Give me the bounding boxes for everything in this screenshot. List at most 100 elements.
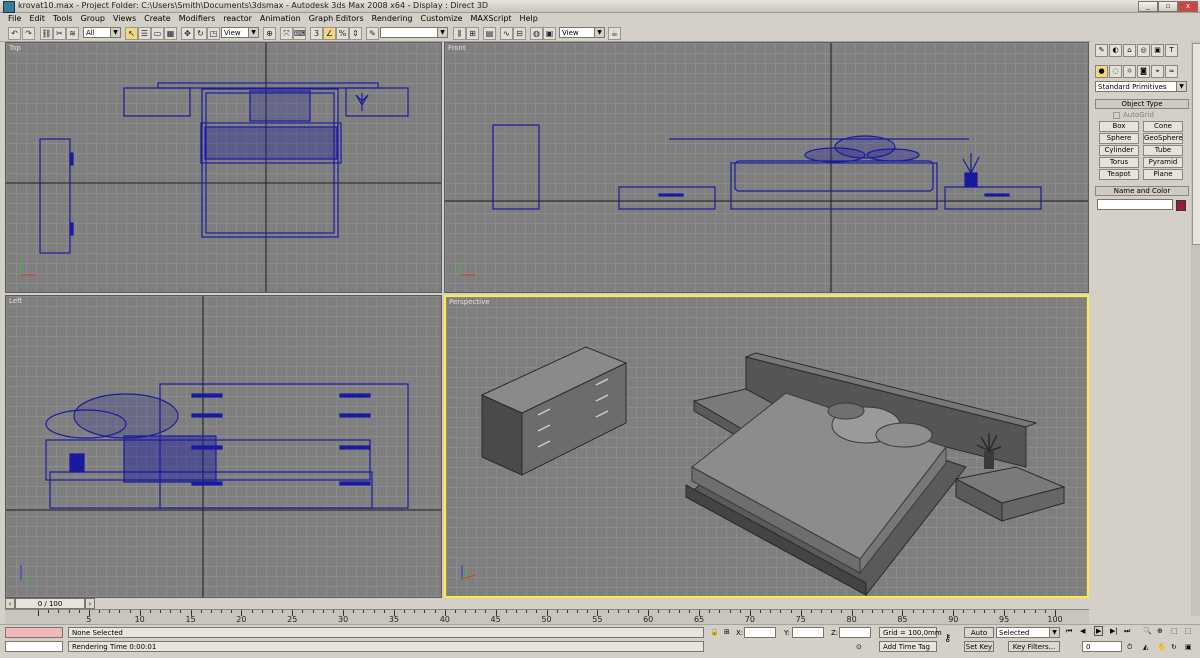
menu-views[interactable]: Views bbox=[109, 13, 140, 25]
geosphere-button[interactable]: GeoSphere bbox=[1143, 133, 1183, 144]
time-config-icon[interactable]: ⏱ bbox=[1127, 643, 1132, 652]
viewport-front[interactable]: Front bbox=[444, 42, 1089, 293]
zoom-all-icon[interactable]: ⊕ bbox=[1157, 627, 1163, 635]
named-selection-sets-dropdown[interactable]: ▼ bbox=[380, 27, 448, 38]
viewport-top[interactable]: Top bbox=[5, 42, 442, 293]
go-to-start-icon[interactable]: ⏮ bbox=[1066, 627, 1072, 636]
menu-reactor[interactable]: reactor bbox=[219, 13, 256, 25]
autogrid-checkbox[interactable]: AutoGrid bbox=[1113, 111, 1154, 119]
command-panel-scrollbar[interactable] bbox=[1191, 41, 1200, 616]
utilities-tab-icon[interactable]: T bbox=[1165, 44, 1178, 57]
menu-modifiers[interactable]: Modifiers bbox=[175, 13, 220, 25]
redo-icon[interactable]: ↷ bbox=[22, 27, 35, 40]
modify-tab-icon[interactable]: ◐ bbox=[1109, 44, 1122, 57]
maximize-button[interactable]: ▫ bbox=[1158, 1, 1178, 12]
menu-create[interactable]: Create bbox=[140, 13, 175, 25]
zoom-extents-icon[interactable]: ⬚ bbox=[1171, 627, 1178, 635]
y-coordinate-field[interactable] bbox=[792, 627, 824, 638]
teapot-button[interactable]: Teapot bbox=[1099, 169, 1139, 180]
curve-editor-icon[interactable]: ∿ bbox=[500, 27, 513, 40]
scrollbar-thumb[interactable] bbox=[1192, 43, 1200, 245]
object-type-rollout[interactable]: Object Type bbox=[1095, 99, 1189, 109]
current-frame-field[interactable]: 0 bbox=[1082, 641, 1122, 652]
keyboard-shortcut-icon[interactable]: ⌨ bbox=[293, 27, 306, 40]
lock-icon[interactable]: 🔒 bbox=[710, 628, 719, 636]
key-icon[interactable]: ⚷ bbox=[944, 633, 951, 644]
select-manipulate-icon[interactable]: ⤧ bbox=[280, 27, 293, 40]
quick-render-icon[interactable]: ☕ bbox=[608, 27, 621, 40]
key-mode-dropdown[interactable]: Selected ▼ bbox=[996, 627, 1060, 638]
edit-named-selection-icon[interactable]: ✎ bbox=[366, 27, 379, 40]
next-frame-icon[interactable]: ▶| bbox=[1110, 627, 1118, 635]
field-of-view-icon[interactable]: ◭ bbox=[1143, 643, 1148, 651]
select-rotate-icon[interactable]: ↻ bbox=[194, 27, 207, 40]
create-tab-icon[interactable]: ✎ bbox=[1095, 44, 1108, 57]
key-filters-button[interactable]: Key Filters... bbox=[1008, 641, 1060, 652]
hierarchy-tab-icon[interactable]: ⌂ bbox=[1123, 44, 1136, 57]
cone-button[interactable]: Cone bbox=[1143, 121, 1183, 132]
menu-tools[interactable]: Tools bbox=[49, 13, 77, 25]
spacewarps-icon[interactable]: ≈ bbox=[1165, 65, 1178, 78]
zoom-extents-all-icon[interactable]: ⬚ bbox=[1185, 627, 1192, 635]
close-button[interactable]: x bbox=[1178, 1, 1198, 12]
z-coordinate-field[interactable] bbox=[839, 627, 871, 638]
undo-icon[interactable]: ↶ bbox=[8, 27, 21, 40]
pan-view-icon[interactable]: ✋ bbox=[1157, 643, 1166, 651]
rectangular-selection-icon[interactable]: ▭ bbox=[151, 27, 164, 40]
object-color-swatch[interactable] bbox=[1176, 200, 1186, 211]
zoom-icon[interactable]: 🔍 bbox=[1143, 627, 1152, 635]
sphere-button[interactable]: Sphere bbox=[1099, 133, 1139, 144]
time-tag-icon[interactable]: ⊙ bbox=[856, 643, 862, 651]
select-move-icon[interactable]: ✥ bbox=[181, 27, 194, 40]
render-view-dropdown[interactable]: View ▼ bbox=[559, 27, 605, 38]
geometry-icon[interactable]: ● bbox=[1095, 65, 1108, 78]
menu-customize[interactable]: Customize bbox=[416, 13, 466, 25]
align-icon[interactable]: ⊞ bbox=[466, 27, 479, 40]
menu-edit[interactable]: Edit bbox=[25, 13, 49, 25]
menu-animation[interactable]: Animation bbox=[256, 13, 305, 25]
menu-graph-editors[interactable]: Graph Editors bbox=[305, 13, 368, 25]
add-time-tag-button[interactable]: Add Time Tag bbox=[879, 641, 937, 652]
mirror-icon[interactable]: ⫼ bbox=[453, 27, 466, 40]
play-icon[interactable]: ▶ bbox=[1094, 626, 1104, 636]
reference-coordinate-dropdown[interactable]: View ▼ bbox=[221, 27, 259, 38]
helpers-icon[interactable]: ⌖ bbox=[1151, 65, 1164, 78]
schematic-view-icon[interactable]: ⊟ bbox=[513, 27, 526, 40]
maxscript-listener-field[interactable] bbox=[5, 627, 63, 638]
viewport-left[interactable]: Left bbox=[5, 295, 442, 598]
track-bar[interactable]: 5 10 15 20 25 30 35 40 45 50 55 60 65 70 75 80 85 90 95 100 bbox=[5, 609, 1089, 625]
angle-snap-icon[interactable]: ∠ bbox=[323, 27, 336, 40]
time-slider-track[interactable]: ‹ 0 / 100 › bbox=[5, 598, 1089, 609]
material-editor-icon[interactable]: ◍ bbox=[530, 27, 543, 40]
next-frame-arrow-icon[interactable]: › bbox=[85, 598, 95, 609]
cylinder-button[interactable]: Cylinder bbox=[1099, 145, 1139, 156]
x-coordinate-field[interactable] bbox=[744, 627, 776, 638]
lights-icon[interactable]: ☼ bbox=[1123, 65, 1136, 78]
pyramid-button[interactable]: Pyramid bbox=[1143, 157, 1183, 168]
pivot-center-icon[interactable]: ⊕ bbox=[263, 27, 276, 40]
layer-manager-icon[interactable]: ▤ bbox=[483, 27, 496, 40]
maxscript-input-field[interactable] bbox=[5, 641, 63, 652]
torus-button[interactable]: Torus bbox=[1099, 157, 1139, 168]
bind-spacewarp-icon[interactable]: ≋ bbox=[66, 27, 79, 40]
render-setup-icon[interactable]: ▣ bbox=[543, 27, 556, 40]
orbit-icon[interactable]: ↻ bbox=[1171, 643, 1177, 651]
menu-rendering[interactable]: Rendering bbox=[368, 13, 417, 25]
go-to-end-icon[interactable]: ⏭ bbox=[1124, 627, 1130, 636]
menu-maxscript[interactable]: MAXScript bbox=[466, 13, 515, 25]
shapes-icon[interactable]: ◌ bbox=[1109, 65, 1122, 78]
menu-group[interactable]: Group bbox=[77, 13, 109, 25]
selection-filter-dropdown[interactable]: All ▼ bbox=[83, 27, 121, 38]
name-color-rollout[interactable]: Name and Color bbox=[1095, 186, 1189, 196]
select-by-name-icon[interactable]: ☰ bbox=[138, 27, 151, 40]
menu-file[interactable]: File bbox=[0, 13, 25, 25]
tube-button[interactable]: Tube bbox=[1143, 145, 1183, 156]
auto-key-button[interactable]: Auto Key bbox=[964, 627, 994, 648]
box-button[interactable]: Box bbox=[1099, 121, 1139, 132]
primitive-category-dropdown[interactable]: Standard Primitives ▼ bbox=[1095, 81, 1187, 92]
display-tab-icon[interactable]: ▣ bbox=[1151, 44, 1164, 57]
plane-button[interactable]: Plane bbox=[1143, 169, 1183, 180]
snaps-toggle-icon[interactable]: 3 bbox=[310, 27, 323, 40]
menu-help[interactable]: Help bbox=[516, 13, 542, 25]
maximize-viewport-icon[interactable]: ▣ bbox=[1185, 643, 1192, 651]
